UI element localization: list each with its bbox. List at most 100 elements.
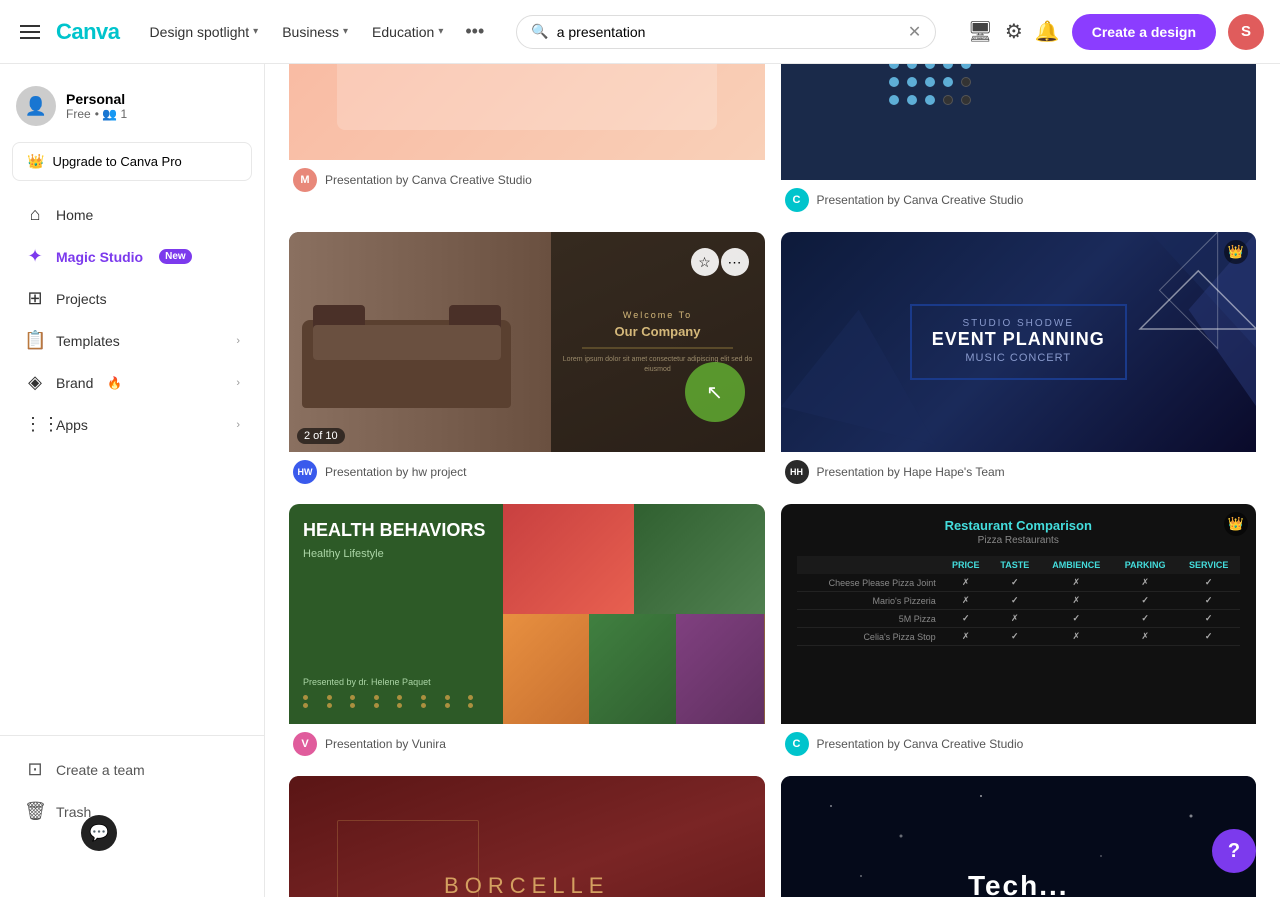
chevron-right-icon: › (236, 419, 240, 431)
sidebar-user-name: Personal (66, 91, 127, 107)
author-avatar: M (293, 168, 317, 192)
card-meta: C Presentation by Canva Creative Studio (781, 724, 1257, 760)
main-content: M Presentation by Canva Creative Studio … (265, 64, 1280, 897)
sidebar-nav: ⌂ Home ✦ Magic Studio New ⊞ Projects 📋 T… (0, 189, 264, 735)
notifications-icon[interactable]: 🔔 (1035, 19, 1060, 44)
search-bar: 🔍 ✕ (516, 15, 936, 49)
card-health[interactable]: HEALTH BEHAVIORS Healthy Lifestyle Prese… (289, 504, 765, 760)
chat-bubble[interactable]: 💬 (81, 815, 117, 851)
tech-title: Tech... (968, 870, 1069, 897)
table-row: Mario's Pizzeria ✗ ✓ ✗ ✓ ✓ (797, 592, 1241, 610)
chevron-down-icon: ▾ (343, 26, 348, 37)
nav-design-spotlight[interactable]: Design spotlight ▾ (140, 18, 269, 46)
search-clear-icon[interactable]: ✕ (908, 22, 921, 42)
sidebar-user-plan: Free • 👥 1 (66, 107, 127, 121)
card-image: Tech... (781, 776, 1257, 897)
author-text: Presentation by Canva Creative Studio (325, 173, 532, 187)
author-avatar: V (293, 732, 317, 756)
star-button[interactable]: ☆ (691, 248, 719, 276)
sidebar-item-brand[interactable]: ◈ Brand 🔥 › (8, 362, 256, 403)
nav-education[interactable]: Education ▾ (362, 18, 453, 46)
cards-grid: M Presentation by Canva Creative Studio … (265, 64, 1280, 897)
sidebar-item-magic-studio[interactable]: ✦ Magic Studio New (8, 236, 256, 277)
user-avatar[interactable]: S (1228, 14, 1264, 50)
card-marissa[interactable]: M Presentation by Canva Creative Studio (289, 64, 765, 216)
sidebar-item-projects[interactable]: ⊞ Projects (8, 278, 256, 319)
chat-icon: 💬 (89, 823, 109, 843)
card-image: STUDIO SHODWE EVENT PLANNING MUSIC CONCE… (781, 232, 1257, 452)
author-avatar: C (785, 732, 809, 756)
settings-icon[interactable]: ⚙ (1005, 19, 1023, 44)
monitor-icon[interactable]: 🖥 (968, 19, 993, 44)
sidebar-user: 👤 Personal Free • 👥 1 (0, 76, 264, 142)
author-text: Presentation by Canva Creative Studio (817, 193, 1024, 207)
card-borcelle[interactable]: BORCELLE B Presentation - Borcelle (289, 776, 765, 897)
main-layout: 👤 Personal Free • 👥 1 👑 Upgrade to Canva… (0, 64, 1280, 897)
chevron-down-icon: ▾ (253, 26, 258, 37)
card-tech[interactable]: Tech... T Presentation - Tech (781, 776, 1257, 897)
sidebar-item-trash[interactable]: 🗑 Trash (8, 791, 256, 832)
borcelle-title: BORCELLE (444, 873, 609, 897)
card-restaurant[interactable]: Restaurant Comparison Pizza Restaurants … (781, 504, 1257, 760)
search-icon: 🔍 (531, 23, 548, 40)
author-text: Presentation by Canva Creative Studio (817, 737, 1024, 751)
sidebar-user-avatar: 👤 (16, 86, 56, 126)
crown-badge: 👑 (1224, 512, 1248, 536)
card-image: BORCELLE (289, 776, 765, 897)
card-meta: M Presentation by Canva Creative Studio (289, 160, 765, 196)
nav-links: Design spotlight ▾ Business ▾ Education … (140, 15, 493, 48)
card-meta: HH Presentation by Hape Hape's Team (781, 452, 1257, 488)
projects-icon: ⊞ (24, 288, 46, 309)
comparison-table: PRICE TASTE AMBIENCE PARKING SERVICE Che… (797, 556, 1241, 646)
crown-icon: 👑 (27, 153, 44, 170)
card-meta: C Presentation by Canva Creative Studio (781, 180, 1257, 216)
nav-more-dots[interactable]: ••• (457, 15, 492, 48)
author-text: Presentation by hw project (325, 465, 466, 479)
card-image: Restaurant Comparison Pizza Restaurants … (781, 504, 1257, 724)
cursor-animation: ↖ (685, 362, 745, 422)
crown-badge: 👑 (1224, 240, 1248, 264)
topnav: Canva Design spotlight ▾ Business ▾ Educ… (0, 0, 1280, 64)
chevron-right-icon: › (236, 335, 240, 347)
card-meta: HW Presentation by hw project (289, 452, 765, 488)
author-text: Presentation by Hape Hape's Team (817, 465, 1005, 479)
table-row: 5M Pizza ✓ ✗ ✓ ✓ ✓ (797, 610, 1241, 628)
more-options-button[interactable]: ⋯ (721, 248, 749, 276)
author-avatar: HH (785, 460, 809, 484)
sidebar-bottom: ⊡ Create a team 🗑 Trash 💬 (0, 735, 264, 885)
apps-icon: ⋮⋮ (24, 414, 46, 435)
help-button[interactable]: ? (1212, 829, 1256, 873)
create-design-button[interactable]: Create a design (1072, 14, 1216, 50)
chevron-right-icon: › (236, 377, 240, 389)
card-image: HEALTH BEHAVIORS Healthy Lifestyle Prese… (289, 504, 765, 724)
sidebar-item-templates[interactable]: 📋 Templates › (8, 320, 256, 361)
upgrade-button[interactable]: 👑 Upgrade to Canva Pro (12, 142, 252, 181)
table-row: Celia's Pizza Stop ✗ ✓ ✗ ✗ ✓ (797, 628, 1241, 646)
card-image: Customer Satisfaction (781, 64, 1257, 180)
card-customer-satisfaction[interactable]: Customer Satisfaction (781, 64, 1257, 216)
trash-icon: 🗑 (24, 801, 46, 822)
topnav-right: 🖥 ⚙ 🔔 Create a design S (968, 14, 1265, 50)
search-input[interactable] (557, 24, 900, 40)
author-text: Presentation by Vunira (325, 737, 446, 751)
hamburger-menu[interactable] (16, 21, 44, 43)
chevron-down-icon: ▾ (438, 26, 443, 37)
sidebar: 👤 Personal Free • 👥 1 👑 Upgrade to Canva… (0, 64, 265, 897)
sidebar-item-create-team[interactable]: ⊡ Create a team (8, 749, 256, 790)
page-indicator: 2 of 10 (297, 428, 345, 444)
crown-icon: 👑 (1228, 516, 1244, 532)
more-icon: ⋯ (728, 254, 742, 271)
table-row: Cheese Please Pizza Joint ✗ ✓ ✗ ✗ ✓ (797, 574, 1241, 592)
sidebar-item-home[interactable]: ⌂ Home (8, 194, 256, 235)
sidebar-item-apps[interactable]: ⋮⋮ Apps › (8, 404, 256, 445)
author-avatar: C (785, 188, 809, 212)
templates-icon: 📋 (24, 330, 46, 351)
card-meta: V Presentation by Vunira (289, 724, 765, 760)
card-event-planning[interactable]: STUDIO SHODWE EVENT PLANNING MUSIC CONCE… (781, 232, 1257, 488)
author-avatar: HW (293, 460, 317, 484)
card-company[interactable]: Welcome To Our Company Lorem ipsum dolor… (289, 232, 765, 488)
nav-business[interactable]: Business ▾ (272, 18, 358, 46)
crown-icon: 👑 (1228, 244, 1244, 260)
canva-logo[interactable]: Canva (56, 19, 120, 45)
home-icon: ⌂ (24, 204, 46, 225)
